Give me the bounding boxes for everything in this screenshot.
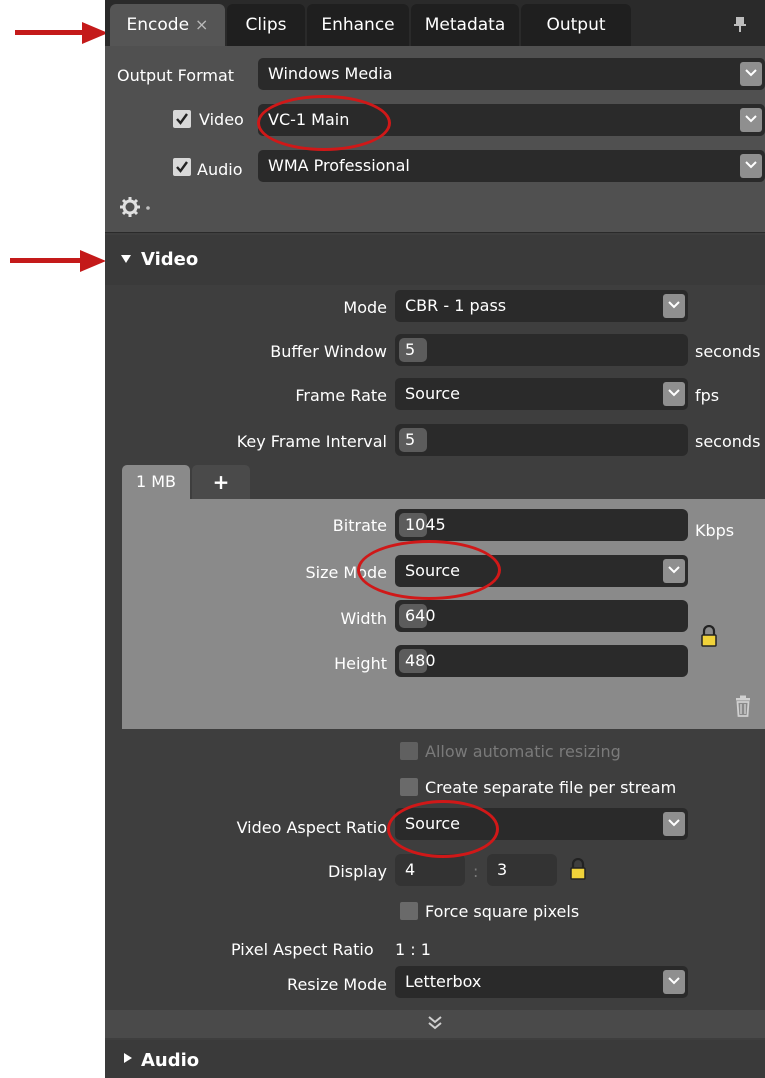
plus-icon: +	[212, 470, 230, 494]
display-width-value: 4	[405, 860, 416, 879]
chevron-down-icon[interactable]	[663, 970, 685, 994]
tab-label: Enhance	[321, 15, 395, 35]
bitrate-input[interactable]: 1045	[395, 509, 688, 541]
frame-rate-unit: fps	[695, 386, 720, 405]
tab-label: Output	[546, 15, 606, 35]
display-height-value: 3	[497, 860, 508, 879]
height-value: 480	[405, 651, 436, 670]
double-chevron-down-icon[interactable]	[427, 1016, 443, 1030]
video-section-header[interactable]: Video	[105, 235, 765, 285]
audio-label: Audio	[197, 160, 243, 179]
chevron-down-icon[interactable]	[663, 294, 685, 318]
chevron-down-icon[interactable]	[663, 382, 685, 406]
tab-label: Encode	[126, 15, 190, 35]
buffer-window-unit: seconds	[695, 342, 761, 361]
frame-rate-value: Source	[405, 384, 460, 403]
display-height-input: 3	[487, 854, 557, 886]
audio-section-header[interactable]: Audio	[105, 1040, 765, 1078]
buffer-window-value: 5	[405, 340, 416, 359]
stream-tab-1mb[interactable]: 1 MB	[122, 465, 190, 499]
trash-icon[interactable]	[734, 695, 752, 717]
width-value: 640	[405, 606, 436, 625]
height-label: Height	[334, 654, 387, 673]
key-frame-value: 5	[405, 430, 416, 449]
allow-resizing-label: Allow automatic resizing	[425, 742, 621, 761]
pixel-aspect-value: 1 : 1	[395, 940, 431, 959]
chevron-down-icon[interactable]	[740, 62, 762, 86]
output-format-value: Windows Media	[268, 64, 393, 83]
annotation-circle-size-mode	[357, 540, 501, 600]
tab-enhance[interactable]: Enhance	[307, 4, 409, 46]
mode-label: Mode	[343, 298, 387, 317]
separate-file-label: Create separate file per stream	[425, 778, 677, 797]
stream-settings-box: Bitrate 1045 Kbps Size Mode Source Width…	[122, 499, 765, 729]
display-width-input: 4	[395, 854, 465, 886]
output-format-label: Output Format	[117, 66, 235, 85]
audio-section-title: Audio	[141, 1050, 200, 1071]
output-format-dropdown[interactable]: Windows Media	[258, 58, 765, 90]
divider	[105, 232, 765, 233]
width-input[interactable]: 640	[395, 600, 688, 632]
bitrate-unit: Kbps	[695, 521, 735, 540]
tab-encode[interactable]: Encode ×	[110, 4, 225, 46]
audio-checkbox[interactable]	[173, 158, 191, 176]
display-separator: :	[473, 862, 479, 881]
chevron-down-icon[interactable]	[663, 812, 685, 836]
video-label: Video	[199, 110, 244, 129]
key-frame-unit: seconds	[695, 432, 761, 451]
annotation-arrow-video	[10, 258, 82, 263]
lock-icon[interactable]	[700, 625, 718, 647]
annotation-arrowhead-video	[80, 250, 106, 272]
stream-tab-label: 1 MB	[135, 472, 177, 491]
audio-codec-dropdown[interactable]: WMA Professional	[258, 150, 765, 182]
allow-resizing-checkbox	[400, 742, 418, 760]
tab-output[interactable]: Output	[521, 4, 631, 46]
audio-codec-value: WMA Professional	[268, 156, 410, 175]
annotation-arrow-tab	[15, 30, 85, 35]
bitrate-label: Bitrate	[332, 516, 387, 535]
encode-panel: Encode × Clips Enhance Metadata Output Ou…	[105, 0, 765, 1078]
frame-rate-label: Frame Rate	[295, 386, 387, 405]
gear-icon[interactable]	[119, 196, 153, 218]
mode-dropdown[interactable]: CBR - 1 pass	[395, 290, 688, 322]
more-options-bar[interactable]	[105, 1010, 765, 1038]
resize-mode-dropdown[interactable]: Letterbox	[395, 966, 688, 998]
pin-icon[interactable]	[733, 16, 747, 32]
resize-mode-value: Letterbox	[405, 972, 482, 991]
key-frame-label: Key Frame Interval	[236, 432, 387, 451]
video-checkbox[interactable]	[173, 110, 191, 128]
pixel-aspect-label: Pixel Aspect Ratio	[231, 940, 374, 959]
video-section-title: Video	[141, 249, 199, 270]
tab-strip: Encode × Clips Enhance Metadata Output	[105, 0, 765, 46]
resize-mode-label: Resize Mode	[287, 975, 387, 994]
chevron-down-icon[interactable]	[740, 108, 762, 132]
expand-triangle-icon	[121, 255, 131, 263]
aspect-ratio-label: Video Aspect Ratio	[236, 818, 387, 837]
annotation-circle-video-codec	[257, 95, 391, 151]
force-square-checkbox[interactable]	[400, 902, 418, 920]
add-stream-button[interactable]: +	[192, 465, 250, 499]
collapsed-triangle-icon	[124, 1053, 132, 1063]
mode-value: CBR - 1 pass	[405, 296, 507, 315]
separate-file-checkbox[interactable]	[400, 778, 418, 796]
display-label: Display	[328, 862, 387, 881]
buffer-window-input[interactable]: 5	[395, 334, 688, 366]
width-label: Width	[340, 609, 387, 628]
force-square-label: Force square pixels	[425, 902, 580, 921]
frame-rate-dropdown[interactable]: Source	[395, 378, 688, 410]
annotation-circle-aspect-ratio	[387, 800, 499, 858]
tab-metadata[interactable]: Metadata	[411, 4, 519, 46]
lock-icon[interactable]	[569, 858, 587, 880]
tab-label: Metadata	[424, 15, 506, 35]
buffer-window-label: Buffer Window	[270, 342, 387, 361]
tab-close-icon[interactable]: ×	[195, 15, 208, 34]
bitrate-value: 1045	[405, 515, 446, 534]
tab-clips[interactable]: Clips	[227, 4, 305, 46]
key-frame-input[interactable]: 5	[395, 424, 688, 456]
tab-label: Clips	[245, 15, 287, 35]
chevron-down-icon[interactable]	[740, 154, 762, 178]
encoder-header: Output Format Windows Media Video VC-1 M…	[105, 46, 765, 232]
height-input[interactable]: 480	[395, 645, 688, 677]
chevron-down-icon[interactable]	[663, 559, 685, 583]
